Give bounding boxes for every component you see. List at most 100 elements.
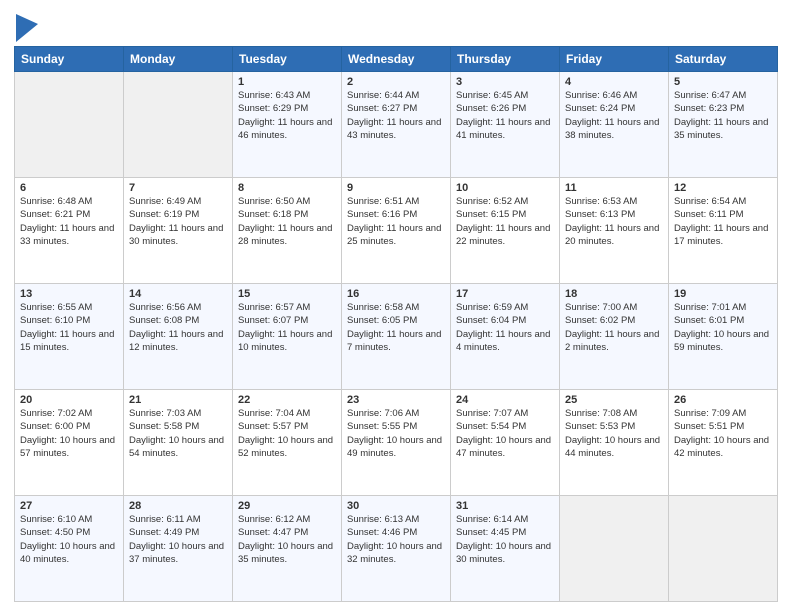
- weekday-header-thursday: Thursday: [451, 47, 560, 72]
- day-info: Sunrise: 6:12 AMSunset: 4:47 PMDaylight:…: [238, 513, 336, 566]
- day-info: Sunrise: 6:56 AMSunset: 6:08 PMDaylight:…: [129, 301, 227, 354]
- calendar-cell: 29Sunrise: 6:12 AMSunset: 4:47 PMDayligh…: [233, 496, 342, 602]
- calendar-cell: [560, 496, 669, 602]
- weekday-header-tuesday: Tuesday: [233, 47, 342, 72]
- calendar-table: SundayMondayTuesdayWednesdayThursdayFrid…: [14, 46, 778, 602]
- calendar-cell: 26Sunrise: 7:09 AMSunset: 5:51 PMDayligh…: [669, 390, 778, 496]
- day-info: Sunrise: 6:46 AMSunset: 6:24 PMDaylight:…: [565, 89, 663, 142]
- day-number: 17: [456, 288, 554, 300]
- day-number: 24: [456, 394, 554, 406]
- day-number: 28: [129, 500, 227, 512]
- day-number: 10: [456, 182, 554, 194]
- day-info: Sunrise: 6:14 AMSunset: 4:45 PMDaylight:…: [456, 513, 554, 566]
- calendar-cell: 9Sunrise: 6:51 AMSunset: 6:16 PMDaylight…: [342, 178, 451, 284]
- calendar-cell: 21Sunrise: 7:03 AMSunset: 5:58 PMDayligh…: [124, 390, 233, 496]
- calendar-cell: 22Sunrise: 7:04 AMSunset: 5:57 PMDayligh…: [233, 390, 342, 496]
- calendar-cell: 3Sunrise: 6:45 AMSunset: 6:26 PMDaylight…: [451, 72, 560, 178]
- logo-triangle-icon: [16, 14, 38, 42]
- day-info: Sunrise: 7:04 AMSunset: 5:57 PMDaylight:…: [238, 407, 336, 460]
- day-number: 13: [20, 288, 118, 300]
- calendar-cell: 20Sunrise: 7:02 AMSunset: 6:00 PMDayligh…: [15, 390, 124, 496]
- day-number: 2: [347, 76, 445, 88]
- calendar-cell: 19Sunrise: 7:01 AMSunset: 6:01 PMDayligh…: [669, 284, 778, 390]
- day-info: Sunrise: 6:54 AMSunset: 6:11 PMDaylight:…: [674, 195, 772, 248]
- day-info: Sunrise: 6:49 AMSunset: 6:19 PMDaylight:…: [129, 195, 227, 248]
- calendar-cell: 5Sunrise: 6:47 AMSunset: 6:23 PMDaylight…: [669, 72, 778, 178]
- calendar-cell: 13Sunrise: 6:55 AMSunset: 6:10 PMDayligh…: [15, 284, 124, 390]
- page: SundayMondayTuesdayWednesdayThursdayFrid…: [0, 0, 792, 612]
- calendar-cell: 30Sunrise: 6:13 AMSunset: 4:46 PMDayligh…: [342, 496, 451, 602]
- day-info: Sunrise: 6:13 AMSunset: 4:46 PMDaylight:…: [347, 513, 445, 566]
- day-info: Sunrise: 6:10 AMSunset: 4:50 PMDaylight:…: [20, 513, 118, 566]
- day-number: 23: [347, 394, 445, 406]
- calendar-cell: 31Sunrise: 6:14 AMSunset: 4:45 PMDayligh…: [451, 496, 560, 602]
- calendar-cell: [669, 496, 778, 602]
- day-info: Sunrise: 7:08 AMSunset: 5:53 PMDaylight:…: [565, 407, 663, 460]
- day-number: 5: [674, 76, 772, 88]
- calendar-cell: 28Sunrise: 6:11 AMSunset: 4:49 PMDayligh…: [124, 496, 233, 602]
- calendar-cell: 2Sunrise: 6:44 AMSunset: 6:27 PMDaylight…: [342, 72, 451, 178]
- calendar-week-row: 27Sunrise: 6:10 AMSunset: 4:50 PMDayligh…: [15, 496, 778, 602]
- day-number: 14: [129, 288, 227, 300]
- calendar-week-row: 13Sunrise: 6:55 AMSunset: 6:10 PMDayligh…: [15, 284, 778, 390]
- calendar-cell: 27Sunrise: 6:10 AMSunset: 4:50 PMDayligh…: [15, 496, 124, 602]
- day-number: 8: [238, 182, 336, 194]
- day-info: Sunrise: 6:58 AMSunset: 6:05 PMDaylight:…: [347, 301, 445, 354]
- day-number: 6: [20, 182, 118, 194]
- day-info: Sunrise: 6:55 AMSunset: 6:10 PMDaylight:…: [20, 301, 118, 354]
- day-number: 22: [238, 394, 336, 406]
- calendar-cell: 8Sunrise: 6:50 AMSunset: 6:18 PMDaylight…: [233, 178, 342, 284]
- day-number: 27: [20, 500, 118, 512]
- day-number: 29: [238, 500, 336, 512]
- weekday-header-row: SundayMondayTuesdayWednesdayThursdayFrid…: [15, 47, 778, 72]
- day-number: 21: [129, 394, 227, 406]
- calendar-week-row: 20Sunrise: 7:02 AMSunset: 6:00 PMDayligh…: [15, 390, 778, 496]
- day-info: Sunrise: 6:51 AMSunset: 6:16 PMDaylight:…: [347, 195, 445, 248]
- day-info: Sunrise: 7:03 AMSunset: 5:58 PMDaylight:…: [129, 407, 227, 460]
- calendar-cell: 1Sunrise: 6:43 AMSunset: 6:29 PMDaylight…: [233, 72, 342, 178]
- day-info: Sunrise: 6:11 AMSunset: 4:49 PMDaylight:…: [129, 513, 227, 566]
- calendar-cell: [15, 72, 124, 178]
- weekday-header-sunday: Sunday: [15, 47, 124, 72]
- day-info: Sunrise: 6:57 AMSunset: 6:07 PMDaylight:…: [238, 301, 336, 354]
- calendar-cell: 7Sunrise: 6:49 AMSunset: 6:19 PMDaylight…: [124, 178, 233, 284]
- calendar-cell: 18Sunrise: 7:00 AMSunset: 6:02 PMDayligh…: [560, 284, 669, 390]
- day-info: Sunrise: 6:45 AMSunset: 6:26 PMDaylight:…: [456, 89, 554, 142]
- calendar-cell: 4Sunrise: 6:46 AMSunset: 6:24 PMDaylight…: [560, 72, 669, 178]
- calendar-cell: 25Sunrise: 7:08 AMSunset: 5:53 PMDayligh…: [560, 390, 669, 496]
- day-info: Sunrise: 6:43 AMSunset: 6:29 PMDaylight:…: [238, 89, 336, 142]
- day-number: 25: [565, 394, 663, 406]
- day-number: 18: [565, 288, 663, 300]
- weekday-header-friday: Friday: [560, 47, 669, 72]
- calendar-cell: 12Sunrise: 6:54 AMSunset: 6:11 PMDayligh…: [669, 178, 778, 284]
- day-number: 16: [347, 288, 445, 300]
- day-number: 3: [456, 76, 554, 88]
- calendar-cell: 17Sunrise: 6:59 AMSunset: 6:04 PMDayligh…: [451, 284, 560, 390]
- day-number: 19: [674, 288, 772, 300]
- day-number: 15: [238, 288, 336, 300]
- day-number: 30: [347, 500, 445, 512]
- calendar-cell: 15Sunrise: 6:57 AMSunset: 6:07 PMDayligh…: [233, 284, 342, 390]
- day-number: 12: [674, 182, 772, 194]
- calendar-cell: [124, 72, 233, 178]
- day-number: 31: [456, 500, 554, 512]
- day-number: 1: [238, 76, 336, 88]
- weekday-header-monday: Monday: [124, 47, 233, 72]
- calendar-week-row: 6Sunrise: 6:48 AMSunset: 6:21 PMDaylight…: [15, 178, 778, 284]
- calendar-cell: 23Sunrise: 7:06 AMSunset: 5:55 PMDayligh…: [342, 390, 451, 496]
- day-info: Sunrise: 7:09 AMSunset: 5:51 PMDaylight:…: [674, 407, 772, 460]
- day-info: Sunrise: 7:01 AMSunset: 6:01 PMDaylight:…: [674, 301, 772, 354]
- day-info: Sunrise: 7:06 AMSunset: 5:55 PMDaylight:…: [347, 407, 445, 460]
- day-info: Sunrise: 7:07 AMSunset: 5:54 PMDaylight:…: [456, 407, 554, 460]
- day-info: Sunrise: 7:02 AMSunset: 6:00 PMDaylight:…: [20, 407, 118, 460]
- day-number: 9: [347, 182, 445, 194]
- day-number: 26: [674, 394, 772, 406]
- calendar-cell: 11Sunrise: 6:53 AMSunset: 6:13 PMDayligh…: [560, 178, 669, 284]
- calendar-cell: 16Sunrise: 6:58 AMSunset: 6:05 PMDayligh…: [342, 284, 451, 390]
- day-info: Sunrise: 6:44 AMSunset: 6:27 PMDaylight:…: [347, 89, 445, 142]
- header: [14, 10, 778, 40]
- day-info: Sunrise: 7:00 AMSunset: 6:02 PMDaylight:…: [565, 301, 663, 354]
- calendar-cell: 14Sunrise: 6:56 AMSunset: 6:08 PMDayligh…: [124, 284, 233, 390]
- calendar-week-row: 1Sunrise: 6:43 AMSunset: 6:29 PMDaylight…: [15, 72, 778, 178]
- day-number: 20: [20, 394, 118, 406]
